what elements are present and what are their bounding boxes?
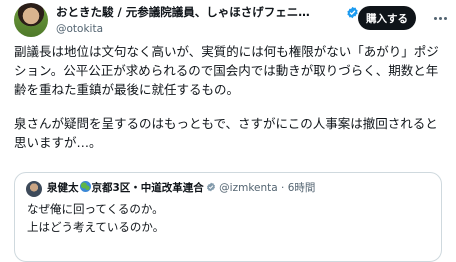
quoted-author-name-suffix: 京都3区・中道改革連合: [91, 182, 204, 194]
dot: [443, 16, 447, 20]
post-paragraph: 泉さんが疑問を呈するのはもっともで、さすがにこの人事案は撤回されると思いますが……: [14, 116, 438, 150]
separator: ·: [281, 182, 285, 194]
quoted-post-text: なぜ俺に回ってくるのか。 上はどう考えているのか。: [27, 200, 164, 236]
post-body: 副議長は地位は文句なく高いが、実質的には何も権限がない「あがり」ポジション。公平…: [14, 42, 444, 152]
more-options-icon[interactable]: [430, 9, 450, 27]
quoted-post[interactable]: 泉健太 京都3区・中道改革連合 @izmkenta · 6時間 なぜ俺に回ってくる…: [14, 172, 442, 262]
post-header: おときた駿 / 元参議院議員、しゃほさげフェニ… @otokita 購入する: [0, 0, 456, 40]
dot: [438, 16, 442, 20]
quoted-line: 上はどう考えているのか。: [27, 220, 165, 234]
quoted-author-handle: @izmkenta: [219, 182, 278, 194]
author-name[interactable]: おときた駿 / 元参議院議員、しゃほさげフェニ…: [56, 5, 346, 20]
quoted-line: なぜ俺に回ってくるのか。: [27, 202, 164, 216]
author-avatar[interactable]: [14, 3, 48, 37]
subscribe-button[interactable]: 購入する: [358, 6, 416, 30]
quoted-post-time: 6時間: [287, 182, 316, 194]
quoted-author-name: 泉健太: [47, 182, 79, 194]
globe-icon: [79, 181, 91, 192]
quoted-post-header: 泉健太 京都3区・中道改革連合 @izmkenta · 6時間: [47, 180, 315, 196]
post-paragraph: 副議長は地位は文句なく高いが、実質的には何も権限がない「あがり」ポジション。公平…: [14, 44, 439, 97]
quoted-author-avatar: [26, 181, 42, 197]
government-badge-icon: [206, 182, 215, 192]
author-handle[interactable]: @otokita: [56, 22, 103, 36]
dot: [433, 16, 437, 20]
